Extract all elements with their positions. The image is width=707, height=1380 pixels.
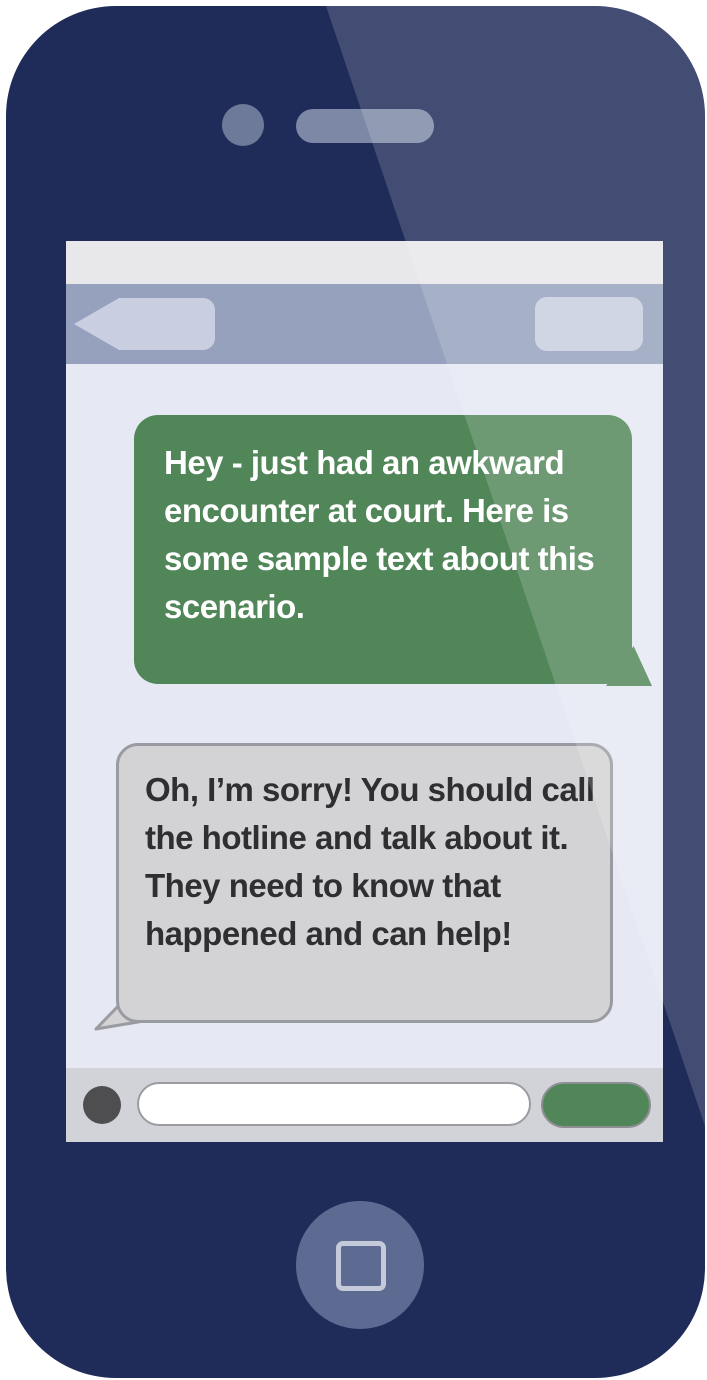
received-message-bubble: Oh, I’m sorry! You should call the hotli… xyxy=(116,743,613,1023)
earpiece-speaker xyxy=(296,109,434,143)
message-input-bar xyxy=(66,1068,663,1142)
navigation-bar xyxy=(66,284,663,364)
sent-message-bubble: Hey - just had an awkward encounter at c… xyxy=(134,415,632,684)
send-button[interactable] xyxy=(541,1082,651,1128)
camera-dot-icon[interactable] xyxy=(83,1086,121,1124)
phone-screen: Hey - just had an awkward encounter at c… xyxy=(66,241,663,1142)
back-button[interactable] xyxy=(74,298,215,350)
message-input[interactable] xyxy=(137,1082,531,1126)
home-square-icon xyxy=(336,1241,386,1291)
front-camera xyxy=(222,104,264,146)
phone-device: Hey - just had an awkward encounter at c… xyxy=(6,6,705,1378)
status-bar xyxy=(66,241,663,284)
nav-action-button[interactable] xyxy=(535,297,643,351)
received-message-text: Oh, I’m sorry! You should call the hotli… xyxy=(145,771,595,952)
sent-message-text: Hey - just had an awkward encounter at c… xyxy=(164,444,595,625)
home-button[interactable] xyxy=(296,1201,424,1329)
